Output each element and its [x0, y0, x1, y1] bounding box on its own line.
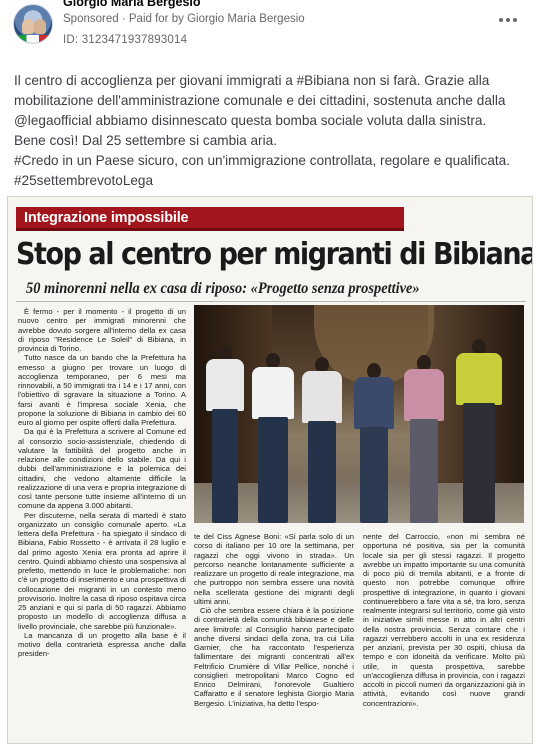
article-paragraph: La mancanza di un progetto alla base è i… [18, 630, 186, 659]
page-name-link[interactable]: Giorgio Maria Bergesio [63, 0, 201, 9]
page-avatar[interactable] [13, 4, 53, 44]
photo-person [354, 363, 394, 523]
caption-line: Bene così! Dal 25 settembre si cambia ar… [14, 133, 277, 148]
more-horizontal-icon [513, 18, 517, 22]
article-subhead: 50 minorenni nella ex casa di riposo: «P… [26, 280, 420, 297]
article-column-1: È fermo - per il momento - il progetto d… [18, 307, 186, 659]
more-horizontal-icon [499, 18, 503, 22]
article-divider [16, 301, 526, 302]
meta-separator: · [121, 13, 126, 25]
sponsored-line: Sponsored · Paid for by Giorgio Maria Be… [63, 13, 305, 25]
article-kicker-banner: Integrazione impossibile [16, 207, 404, 231]
photo-person [302, 357, 342, 523]
post-header: Giorgio Maria Bergesio Sponsored · Paid … [0, 0, 539, 56]
photo-person [404, 355, 444, 523]
article-paragraph: Tutto nasce da un bando che la Prefettur… [18, 353, 186, 427]
paid-for-prefix: Paid for by [128, 13, 184, 25]
more-options-button[interactable] [494, 10, 522, 30]
article-paragraph: Per discuterne, nella serata di martedì … [18, 510, 186, 631]
avatar-person-right [34, 19, 46, 34]
post-caption: Il centro di accoglienza per giovani imm… [14, 71, 526, 191]
article-paragraph: È fermo - per il momento - il progetto d… [18, 307, 186, 353]
article-paragraph: te del Ciss Agnese Boni: «Si parla solo … [194, 532, 354, 606]
article-paragraph: nente del Carroccio, «non mi sembra né o… [363, 532, 525, 708]
more-horizontal-icon [506, 18, 510, 22]
post-id: ID: 3123471937893014 [63, 34, 188, 46]
article-paragraph: Da qui è la Prefettura a scrivere al Com… [18, 427, 186, 511]
article-paragraph: Ciò che sembra essere chiara è la posizi… [194, 606, 354, 708]
sponsored-label: Sponsored [63, 13, 119, 25]
caption-line: Il centro di accoglienza per giovani imm… [14, 73, 506, 128]
article-kicker: Integrazione impossibile [24, 210, 189, 226]
newspaper-clipping-image[interactable]: Integrazione impossibile Stop al centro … [7, 196, 533, 744]
avatar-person-left [22, 19, 34, 34]
article-column-3: nente del Carroccio, «non mi sembra né o… [363, 532, 525, 708]
paid-for-name[interactable]: Giorgio Maria Bergesio [187, 13, 305, 25]
photo-person [456, 339, 502, 523]
photo-person [252, 353, 294, 523]
caption-line: #Credo in un Paese sicuro, con un'immigr… [14, 153, 511, 168]
caption-hashtag[interactable]: #25settembrevotoLega [14, 171, 526, 191]
photo-person [206, 345, 244, 523]
article-headline: Stop al centro per migranti di Bibiana [16, 237, 533, 272]
article-photo [194, 305, 524, 523]
article-column-2: te del Ciss Agnese Boni: «Si parla solo … [194, 532, 354, 708]
avatar-flag-stripe [14, 35, 52, 43]
